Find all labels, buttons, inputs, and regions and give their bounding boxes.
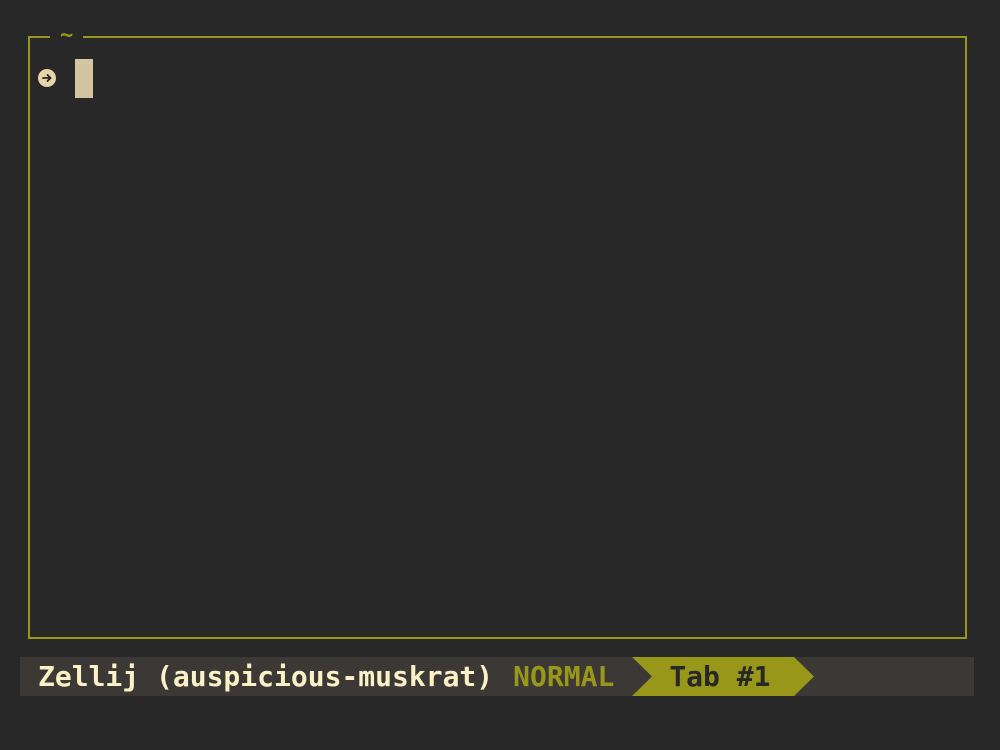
session-name: Zellij (auspicious-muskrat) bbox=[38, 660, 494, 693]
pane-title: ~ bbox=[50, 25, 84, 47]
arrow-right-circle-icon bbox=[38, 69, 56, 87]
status-bar: Zellij (auspicious-muskrat) NORMAL Tab #… bbox=[20, 657, 974, 696]
terminal-cursor bbox=[75, 58, 93, 98]
tab-label: Tab #1 bbox=[669, 660, 771, 693]
tab-1[interactable]: Tab #1 bbox=[632, 657, 815, 696]
prompt-line bbox=[38, 58, 93, 98]
mode-indicator: NORMAL bbox=[513, 660, 615, 693]
terminal-pane[interactable]: ~ bbox=[28, 25, 967, 639]
